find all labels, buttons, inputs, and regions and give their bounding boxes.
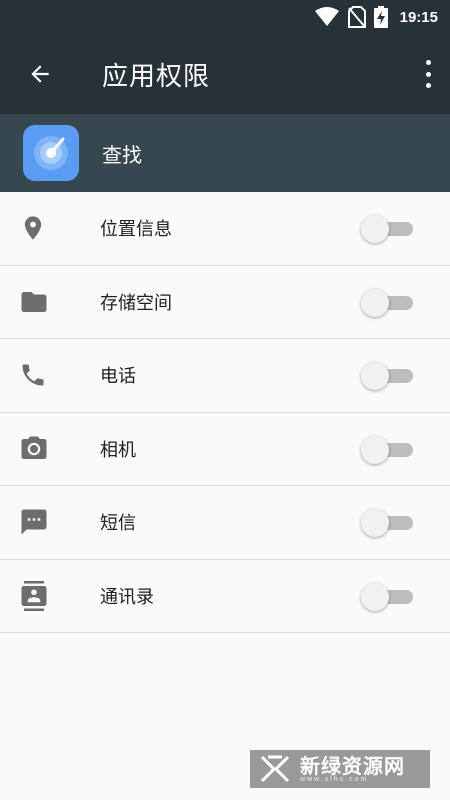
permission-label: 存储空间 [100, 292, 172, 314]
folder-icon [21, 291, 47, 312]
contacts-icon [21, 580, 47, 611]
back-button[interactable] [0, 34, 80, 114]
more-options-button[interactable] [420, 60, 436, 88]
permission-row-phone[interactable]: 电话 [0, 339, 450, 413]
permission-label: 相机 [100, 439, 136, 461]
watermark-logo-icon [260, 755, 290, 783]
permission-row-contacts[interactable]: 通讯录 [0, 560, 450, 633]
permission-label: 电话 [100, 366, 136, 388]
contacts-toggle[interactable] [361, 582, 413, 611]
phone-icon [22, 364, 44, 386]
permission-label: 通讯录 [100, 586, 154, 608]
no-sim-icon [347, 6, 366, 28]
app-name: 查找 [102, 142, 142, 167]
wifi-icon [314, 7, 339, 26]
page-title: 应用权限 [102, 61, 211, 92]
sms-icon [21, 509, 47, 535]
permission-label: 短信 [100, 513, 136, 535]
arrow-back-icon [31, 65, 49, 83]
camera-toggle[interactable] [361, 435, 413, 464]
watermark-text: 新绿资源网 [300, 753, 405, 778]
radar-icon [23, 125, 79, 181]
status-time: 19:15 [399, 8, 438, 26]
camera-icon [21, 436, 47, 459]
watermark: 新绿资源网 www.xlhs.com [250, 750, 430, 788]
permission-list: 位置信息 存储空间 电话 相机 短信 通讯录 [0, 192, 450, 633]
status-bar: 19:15 [0, 0, 450, 34]
storage-toggle[interactable] [361, 288, 413, 317]
more-vert-icon [425, 60, 431, 65]
app-header: 查找 [0, 114, 450, 192]
phone-toggle[interactable] [361, 361, 413, 391]
permission-label: 位置信息 [100, 219, 172, 241]
permission-row-camera[interactable]: 相机 [0, 413, 450, 486]
battery-charging-icon [373, 6, 388, 28]
permission-row-sms[interactable]: 短信 [0, 486, 450, 560]
toolbar: 应用权限 [0, 34, 450, 114]
permission-row-location[interactable]: 位置信息 [0, 192, 450, 266]
permission-row-storage[interactable]: 存储空间 [0, 266, 450, 339]
location-toggle[interactable] [361, 214, 413, 244]
sms-toggle[interactable] [361, 508, 413, 538]
location-pin-icon [24, 216, 42, 240]
